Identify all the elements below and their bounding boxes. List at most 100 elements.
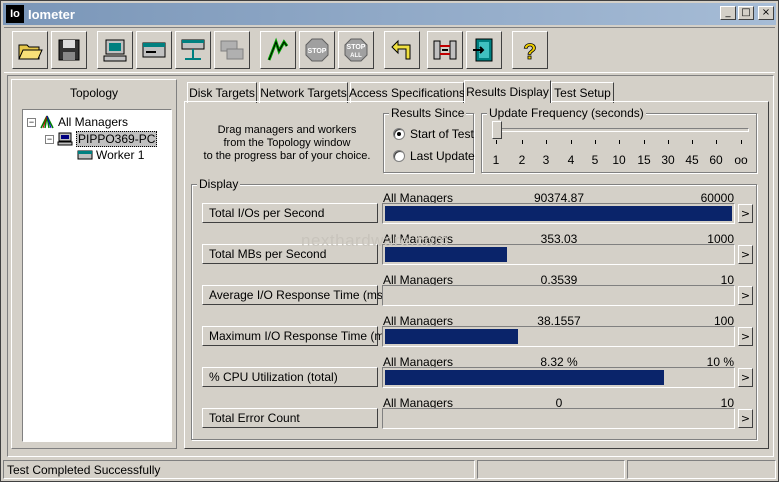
slider-tick-label: 2 — [518, 153, 526, 167]
maximize-button[interactable]: □ — [738, 6, 754, 20]
metric-select-button[interactable]: Maximum I/O Response Time (ms) — [202, 326, 394, 346]
slider-tick-label: 4 — [567, 153, 575, 167]
stop-all-sign-label: STOP — [347, 44, 366, 51]
tab-network-targets[interactable]: Network Targets — [259, 82, 348, 103]
slider-tick-label: 45 — [685, 153, 699, 167]
slider-tick — [644, 140, 645, 144]
start-new-manager-button[interactable] — [97, 31, 133, 69]
disconnect-button[interactable] — [427, 31, 463, 69]
save-config-button[interactable] — [51, 31, 87, 69]
exit-button[interactable] — [466, 31, 502, 69]
progress-bar-fill — [385, 329, 518, 344]
tab-disk-targets[interactable]: Disk Targets — [187, 82, 257, 103]
slider-tick-label: 3 — [542, 153, 550, 167]
update-frequency-slider-thumb[interactable] — [492, 121, 502, 139]
tab-results-display[interactable]: Results Display — [464, 80, 551, 103]
title-bar[interactable]: Io Iometer _ □ × — [3, 3, 776, 25]
topology-tree[interactable]: − All Managers − PIPPO369-PC Worker 1 — [22, 109, 172, 442]
progress-bar-fill — [385, 370, 664, 385]
question-mark-icon: ? — [523, 39, 537, 64]
stop-all-button[interactable]: STOP ALL — [338, 31, 374, 69]
slider-tick — [546, 140, 547, 144]
metric-select-button[interactable]: Total Error Count — [202, 408, 378, 428]
status-message: Test Completed Successfully — [3, 460, 475, 479]
stop-sign-icon: STOP — [305, 38, 329, 62]
start-disk-worker-button[interactable] — [136, 31, 172, 69]
topology-panel: Topology − All Managers − PIPPO369-PC Wo… — [11, 79, 177, 449]
results-since-title: Results Since — [389, 106, 467, 120]
update-frequency-title: Update Frequency (seconds) — [487, 106, 646, 120]
start-tests-button[interactable] — [260, 31, 296, 69]
exit-door-icon — [473, 38, 493, 62]
status-pane-3 — [627, 460, 776, 479]
worker-disk-icon — [77, 150, 93, 160]
radio-last-update[interactable]: Last Update — [393, 149, 475, 163]
drag-instructions: Drag managers and workers from the Topol… — [203, 124, 371, 162]
tree-node-label: All Managers — [58, 115, 129, 129]
slider-tick-label: 1 — [492, 153, 500, 167]
slider-tick — [522, 140, 523, 144]
reset-workers-button[interactable] — [384, 31, 420, 69]
tree-node-all-managers[interactable]: − All Managers — [27, 115, 128, 129]
metric-progress-bar[interactable] — [382, 408, 735, 429]
metric-select-button[interactable]: Average I/O Response Time (ms) — [202, 285, 387, 305]
radio-button[interactable] — [393, 150, 405, 162]
window-title: Iometer — [28, 6, 75, 22]
stop-all-sign-label2: ALL — [350, 53, 362, 59]
metric-more-button[interactable]: > — [738, 368, 753, 387]
network-worker-icon — [181, 39, 205, 60]
open-config-button[interactable] — [12, 31, 48, 69]
all-managers-icon — [40, 115, 54, 129]
display-title: Display — [197, 177, 241, 191]
metric-progress-bar[interactable] — [382, 203, 735, 224]
stop-all-sign-icon: STOP ALL — [344, 38, 368, 62]
slider-tick — [496, 140, 497, 144]
floppy-disk-icon — [58, 39, 80, 61]
collapse-icon[interactable]: − — [45, 134, 54, 144]
slider-tick — [716, 140, 717, 144]
iometer-window: Io Iometer _ □ × STOP STOP ALL ? Topolog… — [0, 0, 779, 482]
metric-progress-bar[interactable] — [382, 367, 735, 388]
tree-node-manager[interactable]: − PIPPO369-PC — [45, 131, 158, 147]
metric-more-button[interactable]: > — [738, 327, 753, 346]
tree-node-label: Worker 1 — [96, 148, 145, 162]
topology-title: Topology — [69, 86, 119, 100]
minimize-button[interactable]: _ — [720, 6, 736, 20]
metric-select-button[interactable]: % CPU Utilization (total) — [202, 367, 378, 387]
metric-progress-bar[interactable] — [382, 285, 735, 306]
start-network-worker-button[interactable] — [175, 31, 211, 69]
stop-button[interactable]: STOP — [299, 31, 335, 69]
status-pane-2 — [477, 460, 625, 479]
tree-node-worker[interactable]: Worker 1 — [77, 148, 144, 162]
metric-select-button[interactable]: Total I/Os per Second — [202, 203, 378, 223]
slider-tick-label: 5 — [591, 153, 599, 167]
metric-more-button[interactable]: > — [738, 286, 753, 305]
tab-test-setup[interactable]: Test Setup — [551, 82, 614, 103]
slider-tick-label: oo — [734, 153, 748, 167]
slider-tick — [595, 140, 596, 144]
watermark-text: nexthardware.com — [301, 231, 449, 250]
radio-start-of-test[interactable]: Start of Test — [393, 127, 474, 141]
metric-more-button[interactable]: > — [738, 245, 753, 264]
computer-icon — [103, 39, 127, 62]
tab-access-specifications[interactable]: Access Specifications — [349, 82, 465, 103]
slider-tick-label: 30 — [661, 153, 675, 167]
slider-tick-label: 10 — [612, 153, 626, 167]
about-button[interactable]: ? — [512, 31, 548, 69]
slider-tick — [692, 140, 693, 144]
stop-sign-label: STOP — [308, 48, 327, 55]
iometer-logo-icon: Io — [6, 5, 24, 23]
update-frequency-slider-track[interactable] — [497, 128, 749, 132]
slider-tick — [741, 140, 742, 144]
metric-more-button[interactable]: > — [738, 204, 753, 223]
radio-button[interactable] — [393, 128, 405, 140]
toolbar: STOP STOP ALL ? — [4, 27, 775, 73]
metric-more-button[interactable]: > — [738, 409, 753, 428]
collapse-icon[interactable]: − — [27, 117, 36, 127]
about-label: ? — [523, 39, 536, 64]
duplicate-worker-button[interactable] — [214, 31, 250, 69]
metric-progress-bar[interactable] — [382, 326, 735, 347]
results-since-group — [383, 113, 474, 173]
close-button[interactable]: × — [758, 6, 774, 20]
slider-tick-label: 60 — [709, 153, 723, 167]
